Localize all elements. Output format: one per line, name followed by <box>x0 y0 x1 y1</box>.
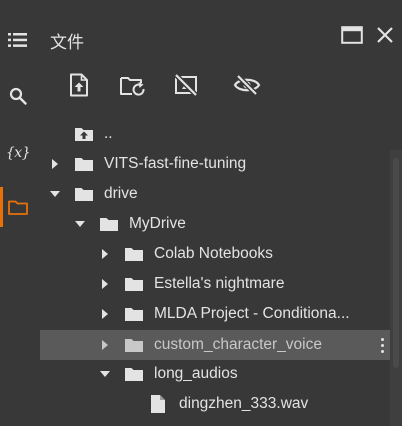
table-of-contents-icon <box>8 33 27 47</box>
open-in-tab-icon <box>341 26 363 44</box>
parent-folder-icon <box>74 125 94 143</box>
scrollbar-thumb[interactable] <box>393 158 399 368</box>
tree-row-drive[interactable]: drive <box>40 179 393 209</box>
file-icon <box>148 394 168 414</box>
tree-row-label: long_audios <box>154 365 238 382</box>
files-panel: 文件 .. VITS-fast-fine-tuning drive MyDriv… <box>36 0 402 426</box>
tree-row-label: Colab Notebooks <box>154 245 273 262</box>
variables-icon: {x} <box>5 145 31 161</box>
folder-icon <box>74 155 94 173</box>
files-button[interactable] <box>0 187 36 227</box>
caret-down-icon[interactable] <box>98 367 112 381</box>
tree-row-label: .. <box>104 125 113 142</box>
caret-right-icon[interactable] <box>98 307 112 321</box>
search-icon <box>9 87 27 105</box>
refresh-button[interactable] <box>118 70 148 100</box>
caret-down-icon[interactable] <box>73 217 87 231</box>
caret-right-icon[interactable] <box>98 338 112 352</box>
tree-row-long-audios[interactable]: long_audios <box>40 359 393 389</box>
tree-row-colab-notebooks[interactable]: Colab Notebooks <box>40 239 393 269</box>
refresh-folder-icon <box>120 77 145 96</box>
variables-button[interactable]: {x} <box>0 133 36 173</box>
tree-row-label: custom_character_voice <box>154 336 322 353</box>
folder-icon <box>99 215 119 233</box>
tree-row-label: MLDA Project - Conditiona... <box>154 305 350 322</box>
open-in-tab-button[interactable] <box>339 22 365 48</box>
table-of-contents-button[interactable] <box>0 20 36 60</box>
caret-right-icon[interactable] <box>48 157 62 171</box>
scrollbar[interactable] <box>390 150 402 426</box>
tree-row-dingzhen-333-wav[interactable]: dingzhen_333.wav <box>40 389 393 419</box>
tree-row-label: VITS-fast-fine-tuning <box>104 155 247 172</box>
tree-row-mlda-project[interactable]: MLDA Project - Conditiona... <box>40 299 393 329</box>
hide-hidden-files-icon <box>233 74 261 96</box>
toggle-hidden-files-button[interactable] <box>232 70 262 100</box>
folder-icon <box>74 185 94 203</box>
tree-row-vits-fast-fine-tuning[interactable]: VITS-fast-fine-tuning <box>40 149 393 179</box>
upload-button[interactable] <box>64 70 94 100</box>
tree-row-custom-character-voice[interactable]: custom_character_voice <box>40 330 393 360</box>
left-rail: {x} <box>0 0 36 426</box>
panel-title: 文件 <box>50 33 84 53</box>
close-panel-button[interactable] <box>372 22 398 48</box>
close-icon <box>377 27 393 43</box>
unmount-drive-icon <box>174 73 198 97</box>
tree-row-label: Estella's nightmare <box>154 275 285 292</box>
folder-icon <box>8 200 28 215</box>
caret-right-icon[interactable] <box>98 277 112 291</box>
folder-icon <box>124 305 144 323</box>
tree-row-label: dingzhen_333.wav <box>179 395 309 412</box>
tree-row-parent[interactable]: .. <box>40 119 393 149</box>
tree-row-estellas-nightmare[interactable]: Estella's nightmare <box>40 269 393 299</box>
folder-icon <box>124 365 144 383</box>
more-options-icon[interactable] <box>375 335 389 355</box>
folder-icon <box>124 275 144 293</box>
caret-right-icon[interactable] <box>98 247 112 261</box>
tree-row-label: drive <box>104 185 138 202</box>
upload-file-icon <box>70 73 88 97</box>
tree-row-label: MyDrive <box>129 215 186 232</box>
folder-icon <box>124 245 144 263</box>
search-button[interactable] <box>0 76 36 116</box>
tree-row-mydrive[interactable]: MyDrive <box>40 209 393 239</box>
unmount-drive-button[interactable] <box>171 70 201 100</box>
folder-icon <box>124 336 144 354</box>
caret-down-icon[interactable] <box>48 187 62 201</box>
